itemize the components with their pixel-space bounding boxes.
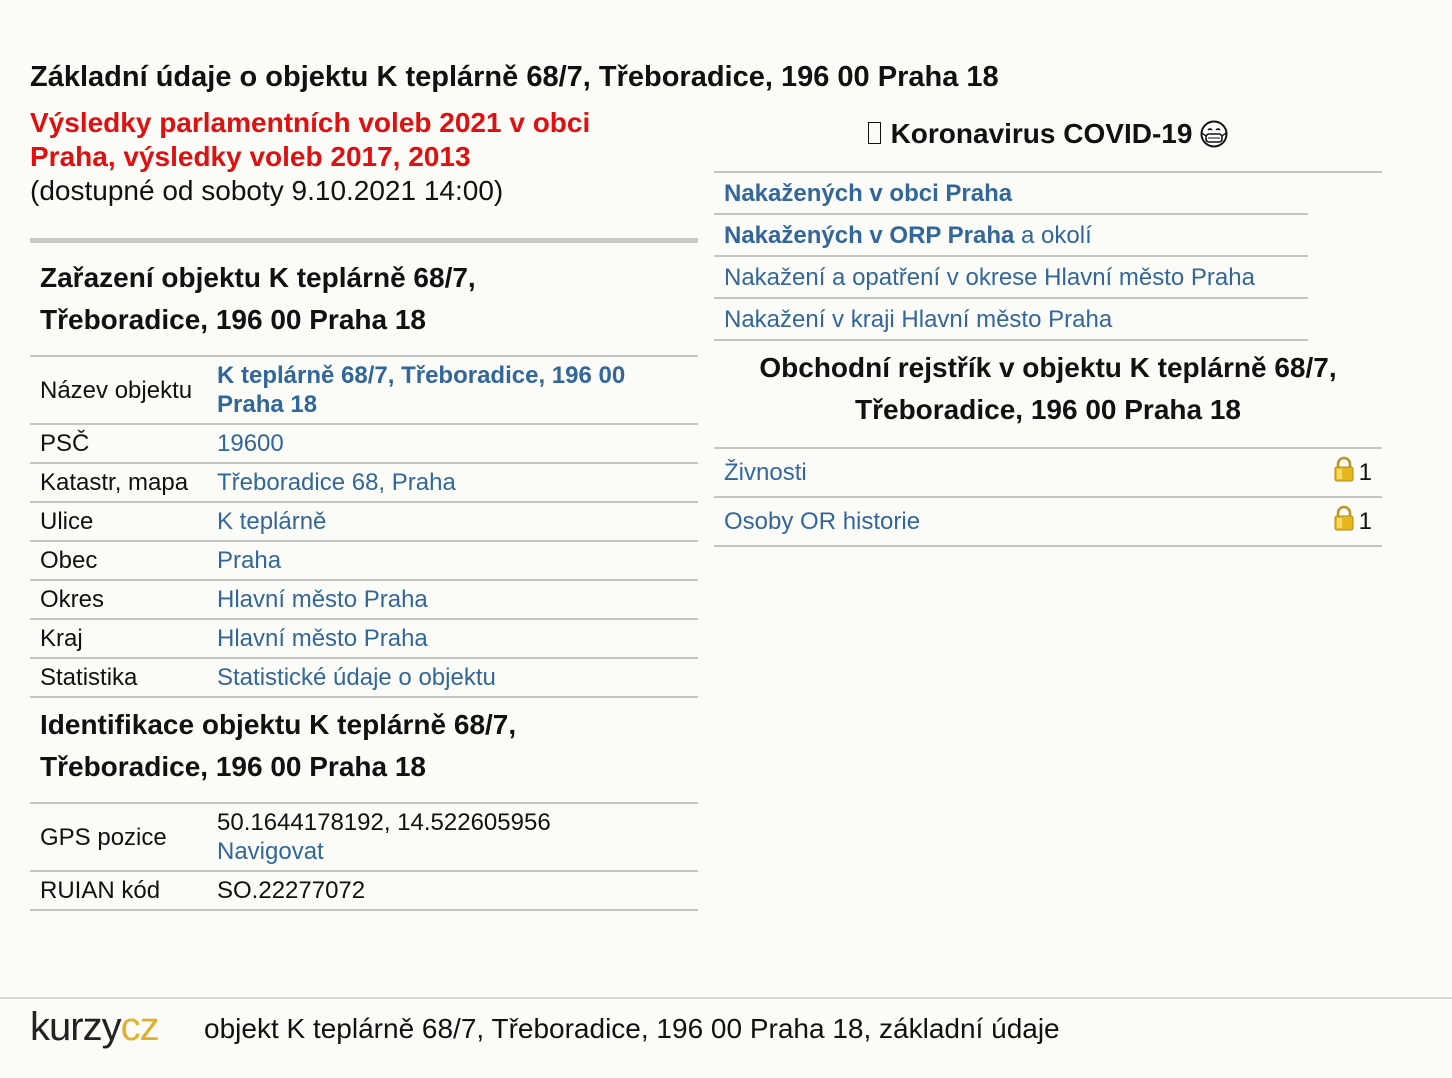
identification-table: GPS pozice 50.1644178192, 14.522605956 N… xyxy=(30,802,698,911)
row-label: Katastr, mapa xyxy=(30,462,207,502)
district-link[interactable]: Hlavní město Praha xyxy=(217,586,428,613)
row-label: PSČ xyxy=(30,423,207,463)
classification-table: Název objektu K teplárně 68/7, Třeboradi… xyxy=(30,355,698,698)
business-register-list: Živnosti 1 Osoby OR historie 1 xyxy=(714,447,1382,547)
ruian-value: SO.22277072 xyxy=(207,870,698,911)
row-label: Kraj xyxy=(30,618,207,658)
table-row: Ulice K teplárně xyxy=(30,501,698,541)
list-item: Živnosti 1 xyxy=(714,449,1382,498)
elections-link[interactable]: Výsledky parlamentních voleb 2021 v obci… xyxy=(30,106,640,174)
list-item: Nakažených v obci Praha xyxy=(714,173,1308,215)
identification-heading: Identifikace objektu K teplárně 68/7, Tř… xyxy=(40,709,517,782)
logo-dark-part: kurzy xyxy=(30,1005,122,1049)
covid-orp-rest: a okolí xyxy=(1014,222,1092,249)
covid-region-link[interactable]: Nakažení v kraji Hlavní město Praha xyxy=(724,306,1112,333)
statistics-link[interactable]: Statistické údaje o objektu xyxy=(217,664,496,691)
table-row: PSČ 19600 xyxy=(30,423,698,463)
covid-orp-link[interactable]: Nakažených v ORP Praha a okolí xyxy=(724,222,1092,249)
row-label: Název objektu xyxy=(30,355,207,424)
kurzy-logo[interactable]: kurzycz xyxy=(30,1005,160,1050)
gps-value: 50.1644178192, 14.522605956 xyxy=(217,809,551,836)
footer: kurzycz objekt K teplárně 68/7, Třeborad… xyxy=(0,997,1452,1078)
business-register-heading: Obchodní rejstřík v objektu K teplárně 6… xyxy=(759,352,1337,425)
table-row: Okres Hlavní město Praha xyxy=(30,579,698,619)
lock-icon xyxy=(1333,456,1355,489)
table-row: RUIAN kód SO.22277072 xyxy=(30,870,698,911)
list-item: Nakažení a opatření v okrese Hlavní měst… xyxy=(714,257,1308,299)
trades-link[interactable]: Živnosti xyxy=(724,458,807,487)
region-link[interactable]: Hlavní město Praha xyxy=(217,625,428,652)
table-row: GPS pozice 50.1644178192, 14.522605956 N… xyxy=(30,802,698,871)
classification-heading: Zařazení objektu K teplárně 68/7, Třebor… xyxy=(40,262,476,335)
elections-availability: (dostupné od soboty 9.10.2021 14:00) xyxy=(30,175,504,206)
table-row: Název objektu K teplárně 68/7, Třeboradi… xyxy=(30,355,698,424)
footer-text: objekt K teplárně 68/7, Třeboradice, 196… xyxy=(204,1013,1060,1044)
gps-label: GPS pozice xyxy=(30,802,207,871)
covid-orp-bold: Nakažených v ORP Praha xyxy=(724,222,1015,249)
list-item: Nakažení v kraji Hlavní město Praha xyxy=(714,299,1308,341)
table-row: Obec Praha xyxy=(30,540,698,580)
left-column: Výsledky parlamentních voleb 2021 v obci… xyxy=(30,106,698,911)
row-label: Statistika xyxy=(30,657,207,698)
covid-municipality-link[interactable]: Nakažených v obci Praha xyxy=(724,180,1012,207)
list-item: Osoby OR historie 1 xyxy=(714,498,1382,547)
logo-accent-part: cz xyxy=(120,1005,160,1049)
covid-heading-text: Koronavirus COVID-19 xyxy=(890,118,1193,149)
table-row: Katastr, mapa Třeboradice 68, Praha xyxy=(30,462,698,502)
postal-code-link[interactable]: 19600 xyxy=(217,430,284,457)
face-mask-icon xyxy=(1200,119,1228,159)
municipality-link[interactable]: Praha xyxy=(217,547,281,574)
list-item: Nakažených v ORP Praha a okolí xyxy=(714,215,1308,257)
table-row: Statistika Statistické údaje o objektu xyxy=(30,657,698,698)
covid-district-link[interactable]: Nakažení a opatření v okrese Hlavní měst… xyxy=(724,264,1255,291)
row-label: Okres xyxy=(30,579,207,619)
page-title: Základní údaje o objektu K teplárně 68/7… xyxy=(30,61,999,93)
right-column: Koronavirus COVID-19 Nakažených v obci P… xyxy=(714,106,1382,547)
navigate-link[interactable]: Navigovat xyxy=(217,838,324,865)
row-label: Ulice xyxy=(30,501,207,541)
covid-heading: Koronavirus COVID-19 xyxy=(714,106,1382,171)
ruian-label: RUIAN kód xyxy=(30,870,207,911)
trades-count: 1 xyxy=(1358,459,1372,486)
or-history-link[interactable]: Osoby OR historie xyxy=(724,507,920,536)
covid-links: Nakažených v obci Praha Nakažených v ORP… xyxy=(714,171,1382,341)
or-history-count: 1 xyxy=(1358,508,1372,535)
row-label: Obec xyxy=(30,540,207,580)
missing-glyph-icon xyxy=(867,122,881,144)
object-name-link[interactable]: K teplárně 68/7, Třeboradice, 196 00 Pra… xyxy=(217,361,667,419)
lock-icon xyxy=(1333,505,1355,538)
cadastre-link[interactable]: Třeboradice 68, Praha xyxy=(217,469,456,496)
street-link[interactable]: K teplárně xyxy=(217,508,326,535)
table-row: Kraj Hlavní město Praha xyxy=(30,618,698,658)
